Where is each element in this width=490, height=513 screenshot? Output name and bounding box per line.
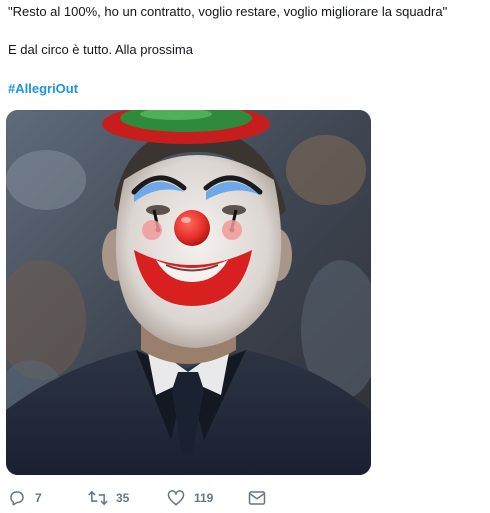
tweet-photo[interactable] (6, 110, 371, 475)
tweet-text-line-1: "Resto al 100%, ho un contratto, voglio … (8, 4, 448, 19)
hashtag-link[interactable]: #AllegriOut (8, 81, 78, 97)
like-button[interactable]: 119 (166, 486, 213, 510)
retweet-button[interactable]: 35 (88, 486, 129, 510)
direct-message-button[interactable] (247, 486, 267, 510)
clown-face-illustration (6, 110, 371, 475)
envelope-icon (247, 488, 267, 508)
tweet: "Resto al 100%, ho un contratto, voglio … (0, 0, 490, 513)
heart-icon (166, 488, 186, 508)
tweet-text-line-2: E dal circo è tutto. Alla prossima (8, 42, 193, 57)
retweet-count: 35 (116, 491, 130, 505)
reply-button[interactable]: 7 (7, 486, 42, 510)
like-count: 119 (194, 491, 214, 505)
tweet-actions: 7 35 119 (0, 486, 490, 510)
reply-count: 7 (35, 491, 42, 505)
speech-bubble-icon (7, 488, 27, 508)
retweet-arrows-icon (88, 488, 108, 508)
